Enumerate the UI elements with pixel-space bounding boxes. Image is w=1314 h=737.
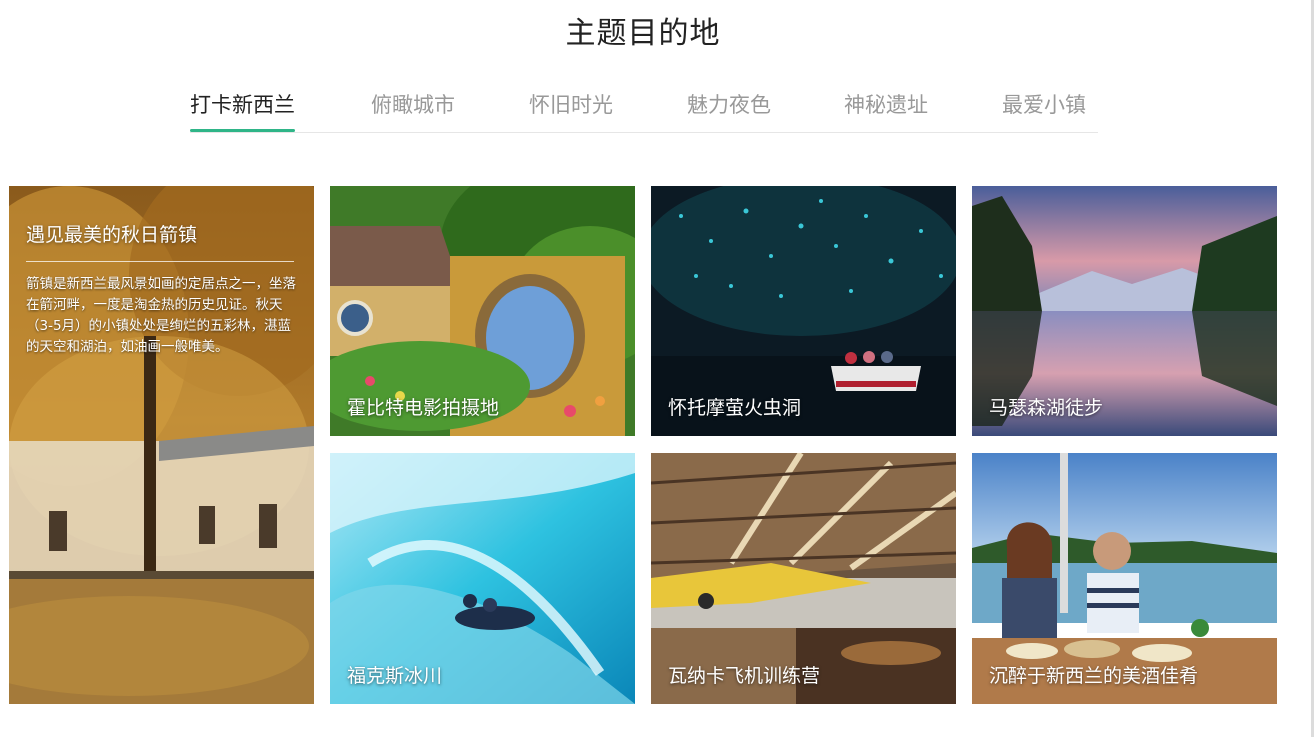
card-caption: 福克斯冰川 xyxy=(347,665,443,687)
feature-description: 箭镇是新西兰最风景如画的定居点之一，坐落在箭河畔，一度是淘金热的历史见证。秋天（… xyxy=(26,276,296,355)
arrowtown-autumn-photo xyxy=(9,186,314,704)
page-title: 主题目的地 xyxy=(565,16,721,51)
feature-title: 遇见最美的秋日箭镇 xyxy=(26,224,198,246)
card-waitomo-caves[interactable]: 怀托摩萤火虫洞 xyxy=(651,186,956,436)
feature-divider xyxy=(26,261,294,262)
card-food-wine[interactable]: 沉醉于新西兰的美酒佳肴 xyxy=(972,453,1277,704)
feature-card-arrowtown[interactable]: 遇见最美的秋日箭镇 箭镇是新西兰最风景如画的定居点之一，坐落在箭河畔，一度是淘金… xyxy=(9,186,314,704)
tab-bar: 打卡新西兰 俯瞰城市 怀旧时光 魅力夜色 神秘遗址 最爱小镇 xyxy=(190,88,1098,133)
card-caption: 沉醉于新西兰的美酒佳肴 xyxy=(989,665,1199,687)
card-caption: 怀托摩萤火虫洞 xyxy=(668,397,802,419)
card-caption: 霍比特电影拍摄地 xyxy=(347,397,500,419)
card-hobbiton[interactable]: 霍比特电影拍摄地 xyxy=(330,186,635,436)
card-caption: 瓦纳卡飞机训练营 xyxy=(668,665,821,687)
tab-new-zealand[interactable]: 打卡新西兰 xyxy=(190,88,295,132)
tab-mysterious-ruins[interactable]: 神秘遗址 xyxy=(844,88,928,130)
tab-city-views[interactable]: 俯瞰城市 xyxy=(371,88,455,130)
card-wanaka-aircraft[interactable]: 瓦纳卡飞机训练营 xyxy=(651,453,956,704)
card-lake-matheson[interactable]: 马瑟森湖徒步 xyxy=(972,186,1277,436)
card-fox-glacier[interactable]: 福克斯冰川 xyxy=(330,453,635,704)
card-caption: 马瑟森湖徒步 xyxy=(989,397,1104,419)
tab-night-scenes[interactable]: 魅力夜色 xyxy=(687,88,771,130)
tab-nostalgia[interactable]: 怀旧时光 xyxy=(529,88,613,130)
tab-favorite-towns[interactable]: 最爱小镇 xyxy=(1002,88,1086,130)
